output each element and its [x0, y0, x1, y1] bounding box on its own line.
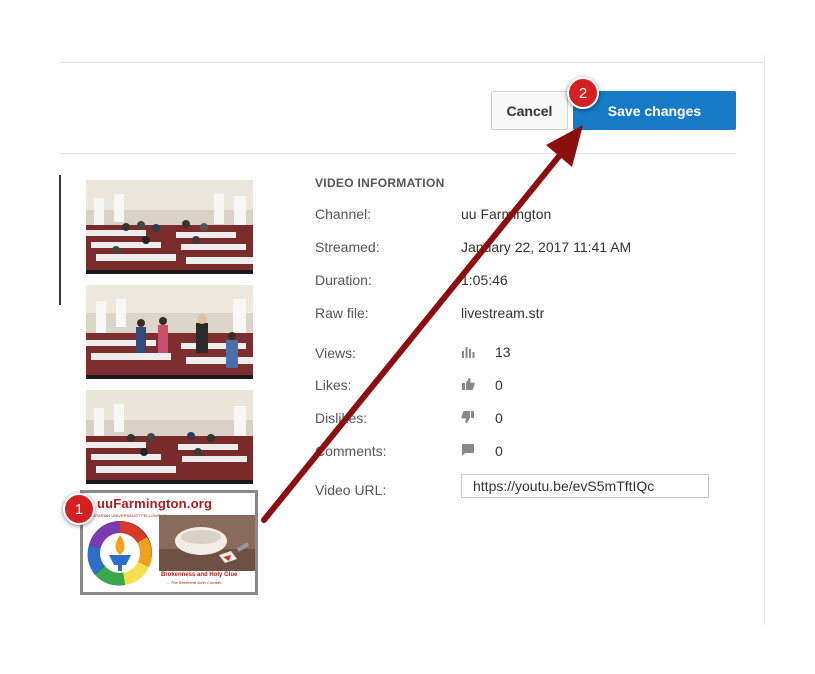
- views-label: Views:: [315, 345, 356, 361]
- bar-chart-icon: [462, 347, 475, 358]
- likes-label: Likes:: [315, 377, 352, 393]
- church-interior-image: [86, 390, 253, 484]
- header-divider: [60, 153, 736, 154]
- raw-file-label: Raw file:: [315, 305, 369, 321]
- thumbs-up-icon: [462, 378, 475, 390]
- video-information-heading: VIDEO INFORMATION: [315, 176, 445, 190]
- thumbnail-option-1[interactable]: [86, 180, 253, 274]
- video-url-label: Video URL:: [315, 482, 387, 498]
- chalice-emblem-icon: [87, 521, 152, 586]
- logo-text: uuFarmington.org: [97, 496, 213, 511]
- thumbnail-option-2[interactable]: [86, 285, 253, 379]
- duration-label: Duration:: [315, 272, 372, 288]
- thumbs-down-icon: [461, 411, 474, 423]
- dislikes-label: Dislikes:: [315, 410, 368, 426]
- channel-label: Channel:: [315, 206, 372, 222]
- top-divider: [60, 62, 765, 63]
- church-interior-image: [86, 285, 253, 379]
- thumbnail-option-3[interactable]: [86, 390, 253, 484]
- step-2-badge: 2: [567, 77, 599, 109]
- caption-author: -- The Reverend John Corrado: [167, 580, 222, 585]
- panel-right-border: [764, 55, 765, 625]
- cancel-button[interactable]: Cancel: [491, 91, 568, 130]
- streamed-value: January 22, 2017 11:41 AM: [461, 239, 632, 255]
- channel-value: uu Farmington: [461, 206, 552, 222]
- comments-label: Comments:: [315, 443, 387, 459]
- views-value: 13: [495, 344, 511, 360]
- dislikes-value: 0: [495, 410, 503, 426]
- comments-value: 0: [495, 443, 503, 459]
- raw-file-value: livestream.str: [461, 305, 545, 321]
- thumbnail-option-custom-selected[interactable]: uuFarmington.org UNITARIAN UNIVERSALIST …: [80, 490, 258, 595]
- duration-value: 1:05:46: [461, 272, 508, 288]
- panel-left-edge: [59, 175, 61, 305]
- step-1-badge: 1: [63, 493, 95, 525]
- video-url-field[interactable]: https://youtu.be/evS5mTftIQc: [461, 474, 709, 498]
- comment-icon: [462, 444, 474, 456]
- streamed-label: Streamed:: [315, 239, 380, 255]
- church-interior-image: [86, 180, 253, 274]
- caption-title: Brokenness and Holy Glue: [161, 572, 238, 578]
- broken-bowl-image: [159, 515, 255, 571]
- likes-value: 0: [495, 377, 503, 393]
